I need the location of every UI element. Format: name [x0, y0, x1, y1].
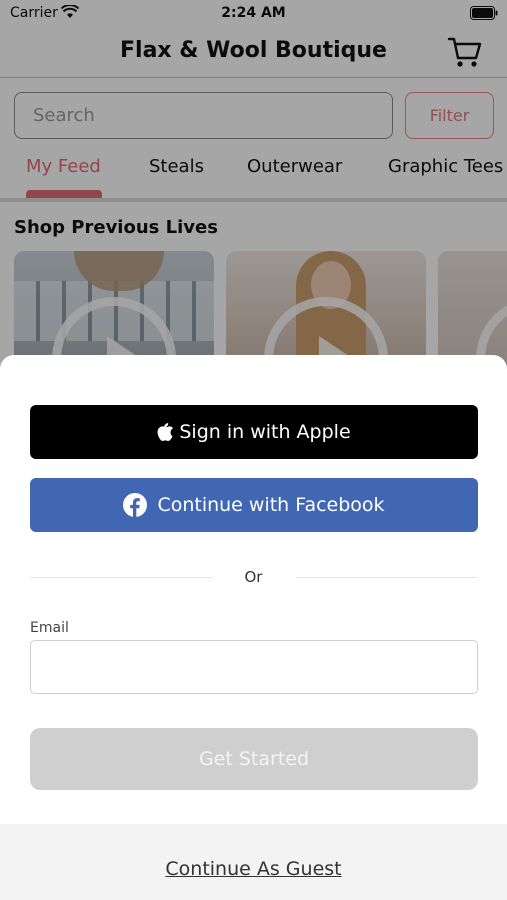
sign-in-with-apple-button[interactable]: Sign in with Apple [30, 405, 478, 459]
apple-icon [157, 423, 174, 441]
sign-in-sheet: Sign in with Apple Continue with Faceboo… [0, 355, 507, 900]
facebook-icon [123, 493, 148, 517]
guest-footer: Continue As Guest [0, 824, 507, 900]
facebook-button-label: Continue with Facebook [157, 494, 385, 516]
continue-with-facebook-button[interactable]: Continue with Facebook [30, 478, 478, 532]
email-field[interactable] [30, 640, 478, 694]
apple-button-label: Sign in with Apple [179, 421, 351, 443]
divider-line [296, 577, 478, 578]
get-started-button[interactable]: Get Started [30, 728, 478, 790]
continue-as-guest-link[interactable]: Continue As Guest [0, 858, 507, 880]
email-label: Email [30, 620, 69, 636]
